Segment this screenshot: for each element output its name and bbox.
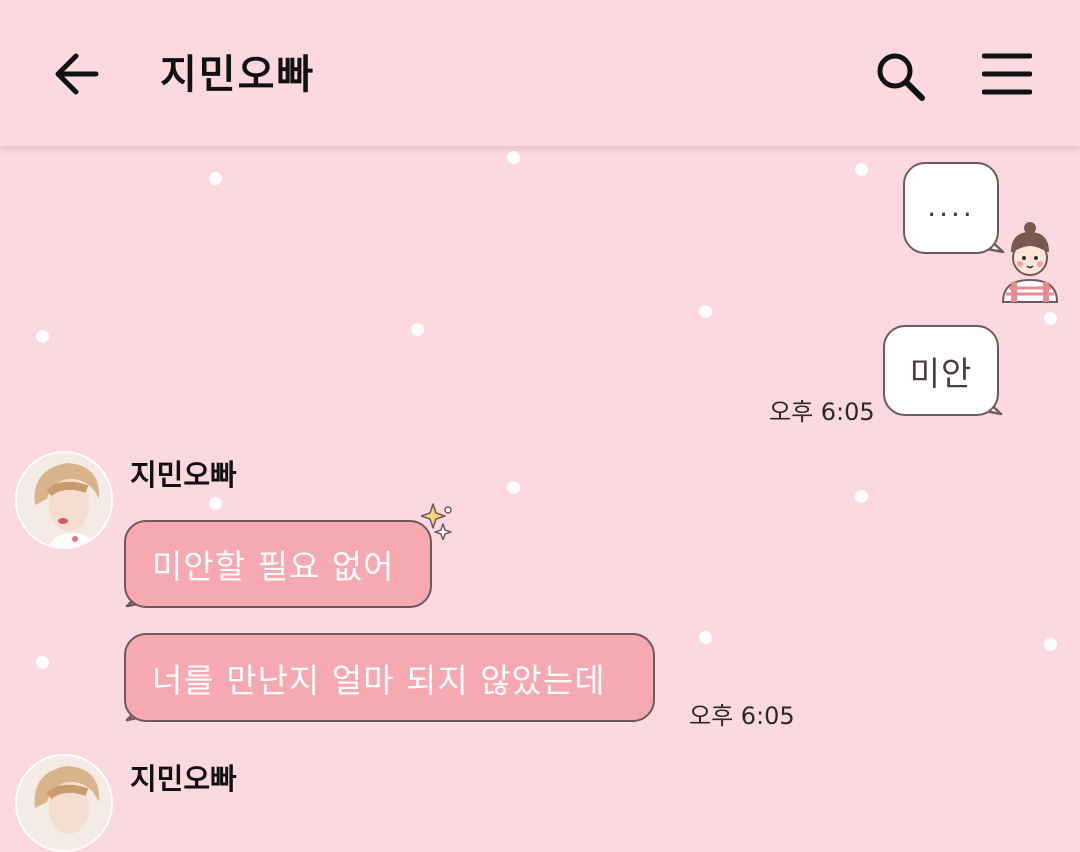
arrow-left-icon — [55, 53, 99, 95]
sender-name: 지민오빠 — [130, 458, 237, 492]
avatar[interactable] — [15, 754, 113, 852]
search-icon — [877, 53, 925, 101]
message-timestamp: 오후 6:05 — [769, 398, 875, 426]
profile-photo — [17, 453, 111, 547]
menu-button[interactable] — [981, 52, 1033, 96]
message-text: .... — [927, 189, 975, 223]
girl-character-sticker — [1001, 222, 1059, 303]
message-timestamp: 오후 6:05 — [689, 702, 795, 730]
message-text: 너를 만난지 얼마 되지 않았는데 — [152, 660, 606, 700]
message-bubble-sent[interactable]: .... — [903, 162, 1005, 254]
avatar[interactable] — [15, 451, 113, 549]
message-bubble-received[interactable]: 미안할 필요 없어 — [124, 520, 432, 608]
chat-title: 지민오빠 — [160, 52, 316, 98]
chat-header: 지민오빠 — [0, 0, 1080, 146]
message-text: 미안할 필요 없어 — [152, 547, 395, 586]
profile-photo — [17, 756, 111, 850]
message-bubble-sent[interactable]: 미안 — [883, 325, 1003, 416]
message-text: 미안 — [909, 353, 973, 393]
message-bubble-received[interactable]: 너를 만난지 얼마 되지 않았는데 — [124, 633, 655, 722]
hamburger-menu-icon — [981, 53, 1033, 95]
search-button[interactable] — [874, 50, 928, 102]
back-button[interactable] — [52, 50, 102, 98]
sender-name: 지민오빠 — [130, 762, 237, 796]
